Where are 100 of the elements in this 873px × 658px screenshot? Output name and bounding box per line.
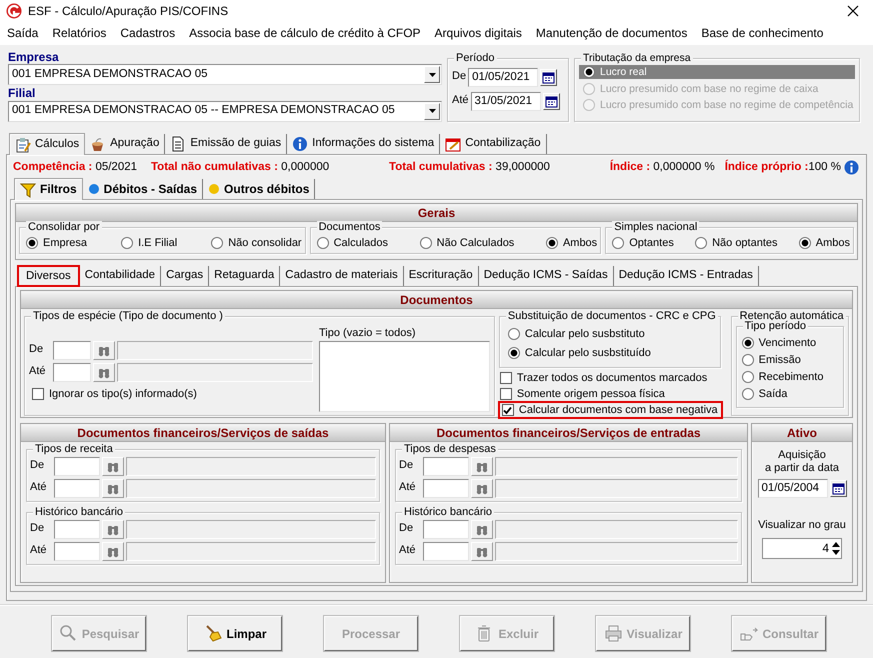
radio-label[interactable]: Calcular pelo susbstituído [524, 346, 651, 360]
field-label: Até [452, 94, 469, 108]
radio-button[interactable] [742, 371, 754, 383]
radio-button[interactable] [508, 328, 520, 340]
radio-button[interactable] [420, 237, 432, 249]
lookup-button[interactable] [471, 542, 493, 560]
radio-button[interactable] [742, 354, 754, 366]
radio-label[interactable]: Optantes [629, 236, 674, 250]
checkbox-label[interactable]: Ignorar os tipo(s) informado(s) [49, 387, 197, 401]
radio-button[interactable] [316, 237, 329, 249]
lookup-button[interactable] [93, 340, 115, 360]
close-icon[interactable] [847, 5, 859, 17]
checkbox[interactable] [32, 388, 44, 400]
code-field[interactable] [423, 542, 469, 560]
code-field[interactable] [54, 520, 100, 538]
tab[interactable]: Filtros [14, 178, 83, 200]
field-label: De [29, 343, 44, 357]
radio-label[interactable]: Calculados [334, 236, 388, 250]
caret-icon [428, 109, 436, 114]
menu-item[interactable]: Manutenção de documentos [536, 26, 688, 41]
lookup-button[interactable] [471, 520, 493, 538]
menu-item[interactable]: Saída [7, 26, 38, 41]
checkbox[interactable] [500, 372, 512, 384]
group-title: Tipos de espécie (Tipo de documento ) [31, 310, 225, 323]
date-field[interactable]: 01/05/2021 [468, 68, 538, 86]
code-field[interactable] [54, 478, 100, 498]
code-field[interactable] [54, 456, 100, 476]
radio-label[interactable]: Não consolidar [228, 236, 302, 250]
radio-button[interactable] [798, 237, 811, 249]
action-button[interactable]: Limpar [188, 616, 282, 651]
menu-item[interactable]: Relatórios [52, 26, 106, 41]
spin-field[interactable]: 4 [762, 538, 842, 559]
radio-button[interactable] [583, 66, 595, 78]
code-field[interactable] [54, 542, 100, 560]
lookup-button[interactable] [471, 456, 493, 476]
date-field[interactable]: 31/05/2021 [470, 92, 541, 110]
menu-item[interactable]: Cadastros [120, 26, 176, 41]
radio-label[interactable]: I.E Filial [138, 236, 178, 250]
dropdown-button[interactable] [424, 66, 440, 84]
tab[interactable]: Cálculos [9, 133, 86, 155]
radio-button[interactable] [742, 337, 754, 349]
field-label: Até [399, 544, 417, 558]
dropdown[interactable]: 001 EMPRESA DEMONSTRACAO 05 -- EMPRESA DEMONSTRACAO 05 [8, 100, 442, 122]
lookup-button[interactable] [471, 478, 493, 498]
calendar-button[interactable] [540, 68, 558, 86]
radio-label[interactable]: Emissão [758, 353, 801, 367]
info-icon[interactable] [844, 160, 859, 175]
radio-label[interactable]: Ambos [562, 236, 598, 250]
checkbox[interactable] [500, 388, 512, 400]
radio-label[interactable]: Calcular pelo susbstituto [524, 327, 645, 341]
checkbox-label[interactable]: Calcular documentos com base negativa [518, 403, 718, 417]
radio-button[interactable] [508, 347, 520, 359]
menu-item[interactable]: Arquivos digitais [434, 26, 522, 41]
spin-arrows-icon[interactable] [831, 540, 841, 557]
dropdown-button[interactable] [424, 102, 440, 120]
clipboard-icon [15, 136, 31, 152]
field-label: Tipo (vazio = todos) [319, 327, 416, 340]
radio-label[interactable]: Recebimento [758, 370, 824, 384]
checkbox-label[interactable]: Somente origem pessoa física [516, 387, 665, 401]
lookup-button[interactable] [102, 542, 124, 560]
field-label: De [30, 522, 46, 536]
radio-button[interactable] [211, 237, 224, 249]
radio-button[interactable] [546, 237, 558, 249]
field-label: Aquisição a partir da data [764, 449, 840, 476]
code-field[interactable] [423, 478, 469, 498]
code-field[interactable] [423, 456, 469, 476]
radio-button[interactable] [121, 237, 134, 249]
lookup-button[interactable] [102, 520, 124, 538]
section-header: Gerais [16, 204, 857, 222]
group-title: Simples nacional [612, 221, 700, 234]
radio-label[interactable]: Ambos [816, 236, 850, 250]
dropdown[interactable]: 001 EMPRESA DEMONSTRACAO 05 [8, 64, 442, 86]
checkbox-label[interactable]: Trazer todos os documentos marcados [516, 371, 708, 385]
field-label: Filial [8, 86, 36, 101]
lookup-button[interactable] [102, 456, 124, 476]
group-title: Substituição de documentos - CRC e CPG [506, 310, 718, 323]
lookup-button[interactable] [93, 362, 115, 382]
checkbox[interactable] [502, 404, 514, 416]
radio-label[interactable]: Empresa [43, 236, 88, 250]
code-field[interactable] [53, 340, 91, 360]
radio-label[interactable]: Não Calculados [436, 236, 514, 250]
date-field[interactable]: 01/05/2004 [758, 478, 828, 498]
printer-icon [604, 624, 623, 643]
tab[interactable]: Diversos [17, 265, 80, 287]
calendar-button[interactable] [830, 480, 846, 497]
lookup-button[interactable] [102, 478, 124, 498]
radio-label[interactable]: Vencimento [758, 336, 816, 350]
checkmark-icon [503, 406, 512, 414]
radio-button[interactable] [742, 388, 754, 400]
radio-button[interactable] [612, 237, 624, 249]
code-field[interactable] [423, 520, 469, 538]
radio-label[interactable]: Saída [758, 387, 788, 401]
menu-item[interactable]: Associa base de cálculo de crédito à CFOP [189, 26, 421, 41]
radio-button[interactable] [695, 237, 708, 249]
menu-item[interactable]: Base de conhecimento [701, 26, 824, 41]
radio-label[interactable]: Lucro real [600, 65, 647, 79]
code-field[interactable] [53, 362, 91, 382]
radio-button[interactable] [26, 237, 38, 249]
radio-label[interactable]: Não optantes [712, 236, 778, 250]
calendar-button[interactable] [542, 92, 560, 110]
